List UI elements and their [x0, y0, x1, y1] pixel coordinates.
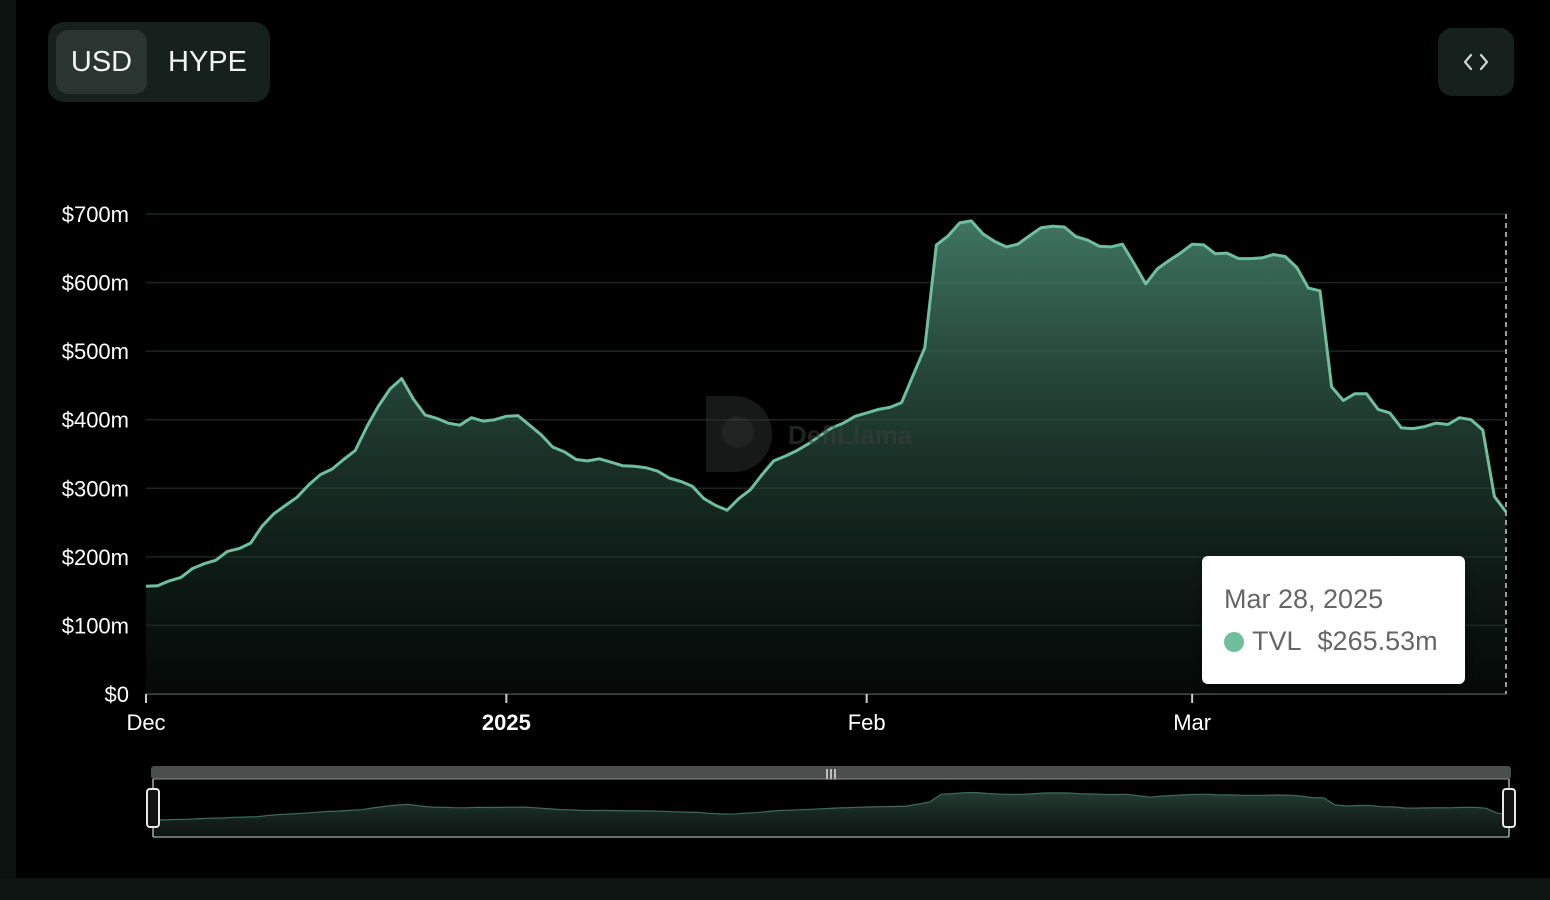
tooltip-date: Mar 28, 2025	[1224, 584, 1384, 614]
tooltip-value: $265.53m	[1317, 626, 1438, 656]
minimap-left-handle[interactable]	[146, 788, 160, 828]
bottom-edge-strip	[0, 878, 1550, 900]
minimap-area	[153, 792, 1509, 837]
x-tick-label: Dec	[126, 710, 165, 735]
series-dot	[1224, 631, 1244, 652]
y-tick-label: $700m	[62, 202, 129, 227]
x-tick-label: 2025	[482, 710, 531, 735]
minimap-right-handle[interactable]	[1502, 788, 1516, 828]
tooltip-series-name: TVL	[1252, 626, 1302, 656]
grip-icon: |||	[825, 767, 837, 780]
y-tick-label: $200m	[62, 545, 129, 570]
watermark-text: DefiLlama	[788, 420, 913, 450]
y-tick-label: $300m	[62, 476, 129, 501]
x-tick-label: Mar	[1173, 710, 1211, 735]
y-tick-label: $400m	[62, 408, 129, 433]
y-tick-label: $100m	[62, 613, 129, 638]
y-tick-label: $500m	[62, 339, 129, 364]
y-tick-label: $0	[105, 682, 129, 707]
defillama-watermark: DefiLlama	[706, 396, 913, 472]
x-tick-label: Feb	[848, 710, 886, 735]
y-tick-label: $600m	[62, 271, 129, 296]
chart-tooltip: Mar 28, 2025 TVL $265.53m	[1202, 556, 1465, 684]
tooltip-row: TVL $265.53m	[1224, 626, 1438, 657]
